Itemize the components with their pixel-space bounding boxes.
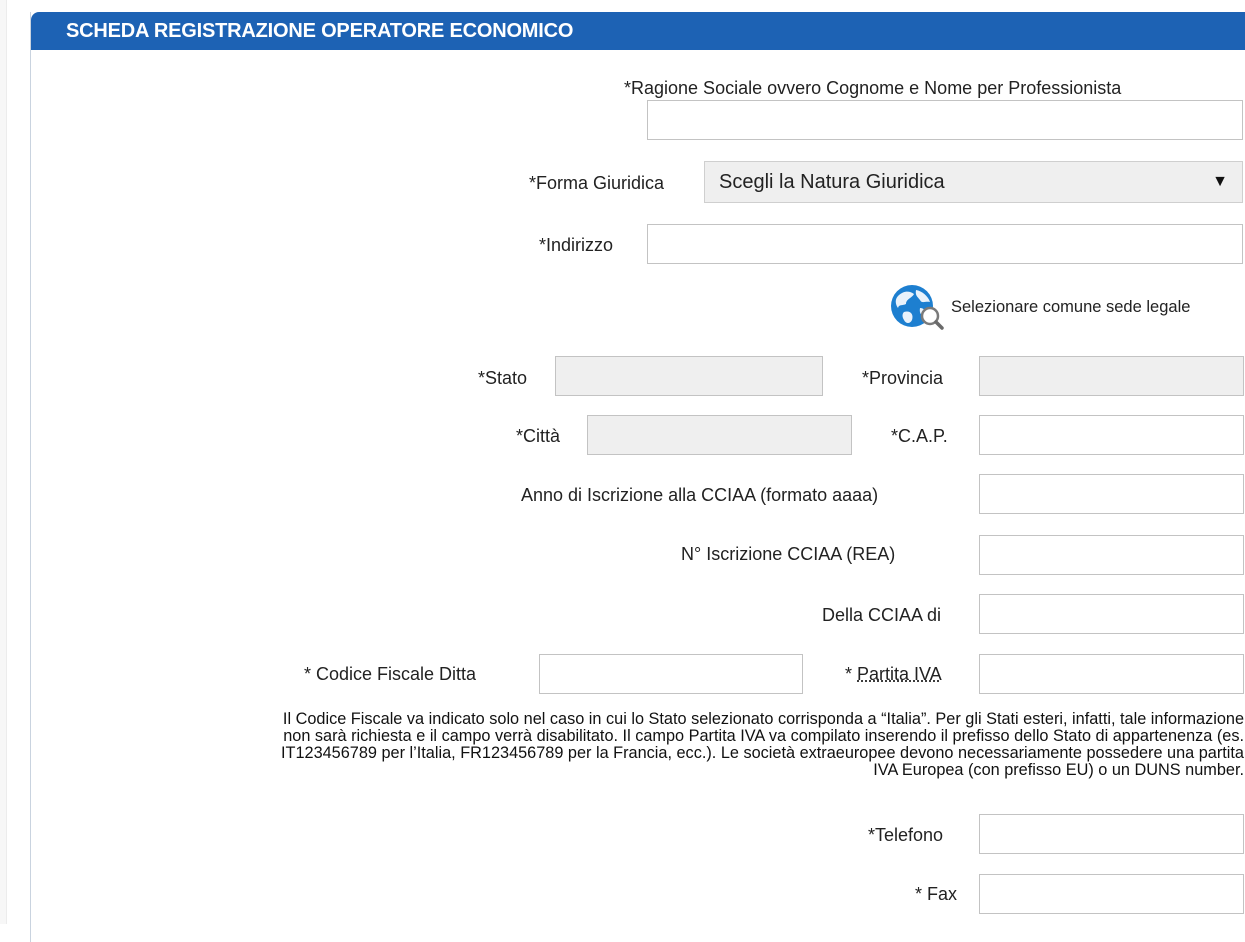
triangle-down-icon: ▼: [1212, 173, 1242, 191]
cap-input[interactable]: [979, 415, 1244, 455]
note-line-2: non sarà richiesta e il campo verrà disa…: [8, 728, 1244, 745]
anno-cciaa-label: Anno di Iscrizione alla CCIAA (formato a…: [521, 485, 878, 506]
cap-label: *C.A.P.: [891, 426, 948, 447]
indirizzo-label: *Indirizzo: [539, 235, 613, 256]
stato-input: [555, 356, 823, 396]
panel-header: SCHEDA REGISTRAZIONE OPERATORE ECONOMICO: [31, 12, 1245, 50]
codice-fiscale-note: Il Codice Fiscale va indicato solo nel c…: [8, 711, 1244, 779]
fax-label: * Fax: [915, 884, 957, 905]
note-line-3: IT123456789 per l’Italia, FR123456789 pe…: [8, 745, 1244, 762]
ragione-sociale-input[interactable]: [647, 100, 1243, 140]
telefono-input[interactable]: [979, 814, 1244, 854]
partita-iva-label: * Partita IVA: [845, 664, 942, 685]
codice-fiscale-input[interactable]: [539, 654, 803, 694]
comune-lookup-link[interactable]: Selezionare comune sede legale: [951, 298, 1190, 317]
stato-label: *Stato: [478, 368, 527, 389]
ragione-sociale-label: *Ragione Sociale ovvero Cognome e Nome p…: [624, 78, 1121, 99]
partita-iva-abbr: Partita IVA: [857, 664, 942, 684]
telefono-label: *Telefono: [868, 825, 943, 846]
citta-label: *Città: [516, 426, 560, 447]
codice-fiscale-label: * Codice Fiscale Ditta: [304, 664, 476, 685]
panel-title: SCHEDA REGISTRAZIONE OPERATORE ECONOMICO: [66, 20, 573, 43]
forma-giuridica-selected: Scegli la Natura Giuridica: [705, 171, 1212, 194]
globe-search-icon[interactable]: [890, 284, 944, 330]
indirizzo-input[interactable]: [647, 224, 1243, 264]
note-line-4: IVA Europea (con prefisso EU) o un DUNS …: [8, 762, 1244, 779]
n-iscrizione-cciaa-input[interactable]: [979, 535, 1244, 575]
partita-iva-input[interactable]: [979, 654, 1244, 694]
n-iscrizione-cciaa-label: N° Iscrizione CCIAA (REA): [681, 544, 895, 565]
della-cciaa-input[interactable]: [979, 594, 1244, 634]
citta-input: [587, 415, 852, 455]
forma-giuridica-label: *Forma Giuridica: [529, 173, 664, 194]
anno-cciaa-input[interactable]: [979, 474, 1244, 514]
left-gutter: [0, 0, 7, 924]
provincia-input: [979, 356, 1244, 396]
note-line-1: Il Codice Fiscale va indicato solo nel c…: [8, 711, 1244, 728]
provincia-label: *Provincia: [862, 368, 943, 389]
fax-input[interactable]: [979, 874, 1244, 914]
della-cciaa-label: Della CCIAA di: [822, 605, 941, 626]
forma-giuridica-select[interactable]: Scegli la Natura Giuridica ▼: [704, 161, 1243, 203]
